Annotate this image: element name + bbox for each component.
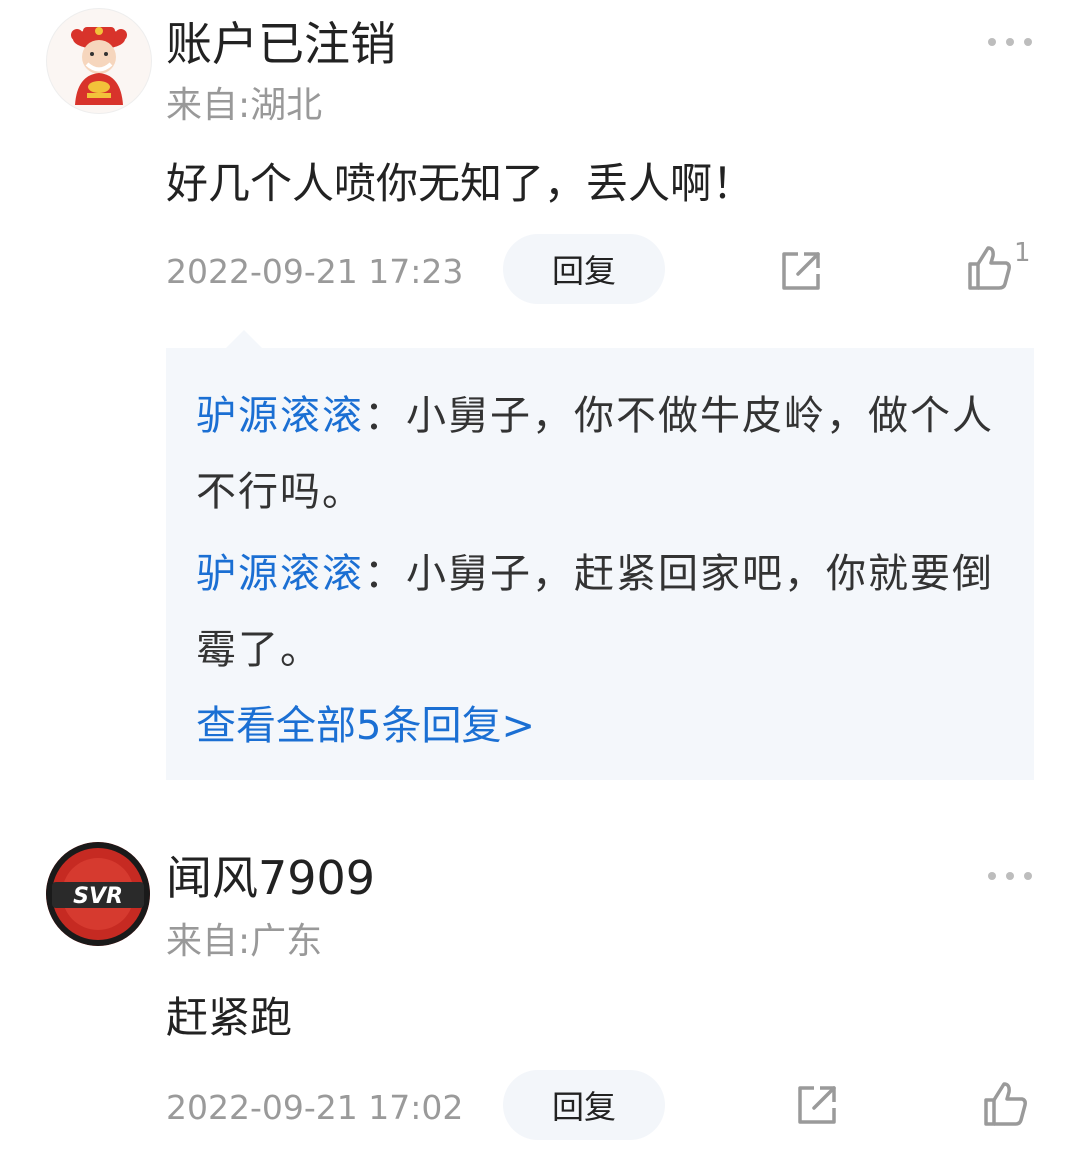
sub-reply-separator: ： [364, 551, 406, 597]
share-external-icon [782, 252, 820, 290]
comment-time: 2022-09-21 17:23 [166, 252, 464, 291]
sub-reply-item[interactable]: 驴源滚滚：小舅子，赶紧回家吧，你就要倒霉了。 [196, 536, 1016, 688]
share-button[interactable] [778, 248, 824, 294]
avatar-logo-text: SVR [73, 884, 123, 909]
location-label: 来自:广东 [166, 921, 323, 962]
avatar[interactable]: SVR [46, 842, 150, 946]
more-options-button[interactable] [988, 870, 1032, 882]
share-button[interactable] [794, 1082, 840, 1128]
comment-text: 赶紧跑 [166, 993, 293, 1042]
view-all-replies-link[interactable]: 查看全部5条回复> [196, 700, 535, 752]
share-external-icon [798, 1086, 836, 1124]
avatar[interactable] [46, 8, 152, 114]
comment-text: 好几个人喷你无知了，丢人啊！ [166, 159, 755, 208]
caishen-avatar-icon [47, 9, 151, 113]
thumbs-up-icon [968, 246, 1011, 290]
sub-replies-panel: 驴源滚滚：小舅子，你不做牛皮岭，做个人不行吗。 驴源滚滚：小舅子，赶紧回家吧，你… [166, 348, 1034, 780]
replies-notch [226, 330, 262, 348]
reply-button-label: 回复 [551, 252, 616, 290]
more-dots-icon [988, 872, 996, 880]
more-options-button[interactable] [988, 36, 1032, 48]
sub-reply-item[interactable]: 驴源滚滚：小舅子，你不做牛皮岭，做个人不行吗。 [196, 378, 1016, 530]
sub-reply-separator: ： [364, 393, 406, 439]
location-label: 来自:湖北 [166, 85, 323, 126]
reply-button[interactable]: 回复 [503, 234, 665, 304]
username[interactable]: 账户已注销 [166, 16, 396, 72]
sub-reply-author[interactable]: 驴源滚滚 [196, 551, 364, 597]
svr-logo-avatar-icon: SVR [46, 842, 150, 946]
sub-reply-author[interactable]: 驴源滚滚 [196, 393, 364, 439]
comment-item: 账户已注销 来自:湖北 好几个人喷你无知了，丢人啊！ 2022-09-21 17… [0, 0, 1080, 800]
comment-time: 2022-09-21 17:02 [166, 1088, 464, 1127]
more-dots-icon [988, 38, 996, 46]
reply-button[interactable]: 回复 [503, 1070, 665, 1140]
comment-item: SVR 闻风7909 来自:广东 赶紧跑 2022-09-21 17:02 回复 [0, 830, 1080, 1174]
username[interactable]: 闻风7909 [166, 850, 375, 906]
like-button[interactable] [982, 1080, 1028, 1128]
like-count: 1 [1014, 238, 1031, 268]
like-button[interactable] [966, 244, 1012, 292]
reply-button-label: 回复 [551, 1088, 616, 1126]
thumbs-up-icon [984, 1082, 1027, 1126]
